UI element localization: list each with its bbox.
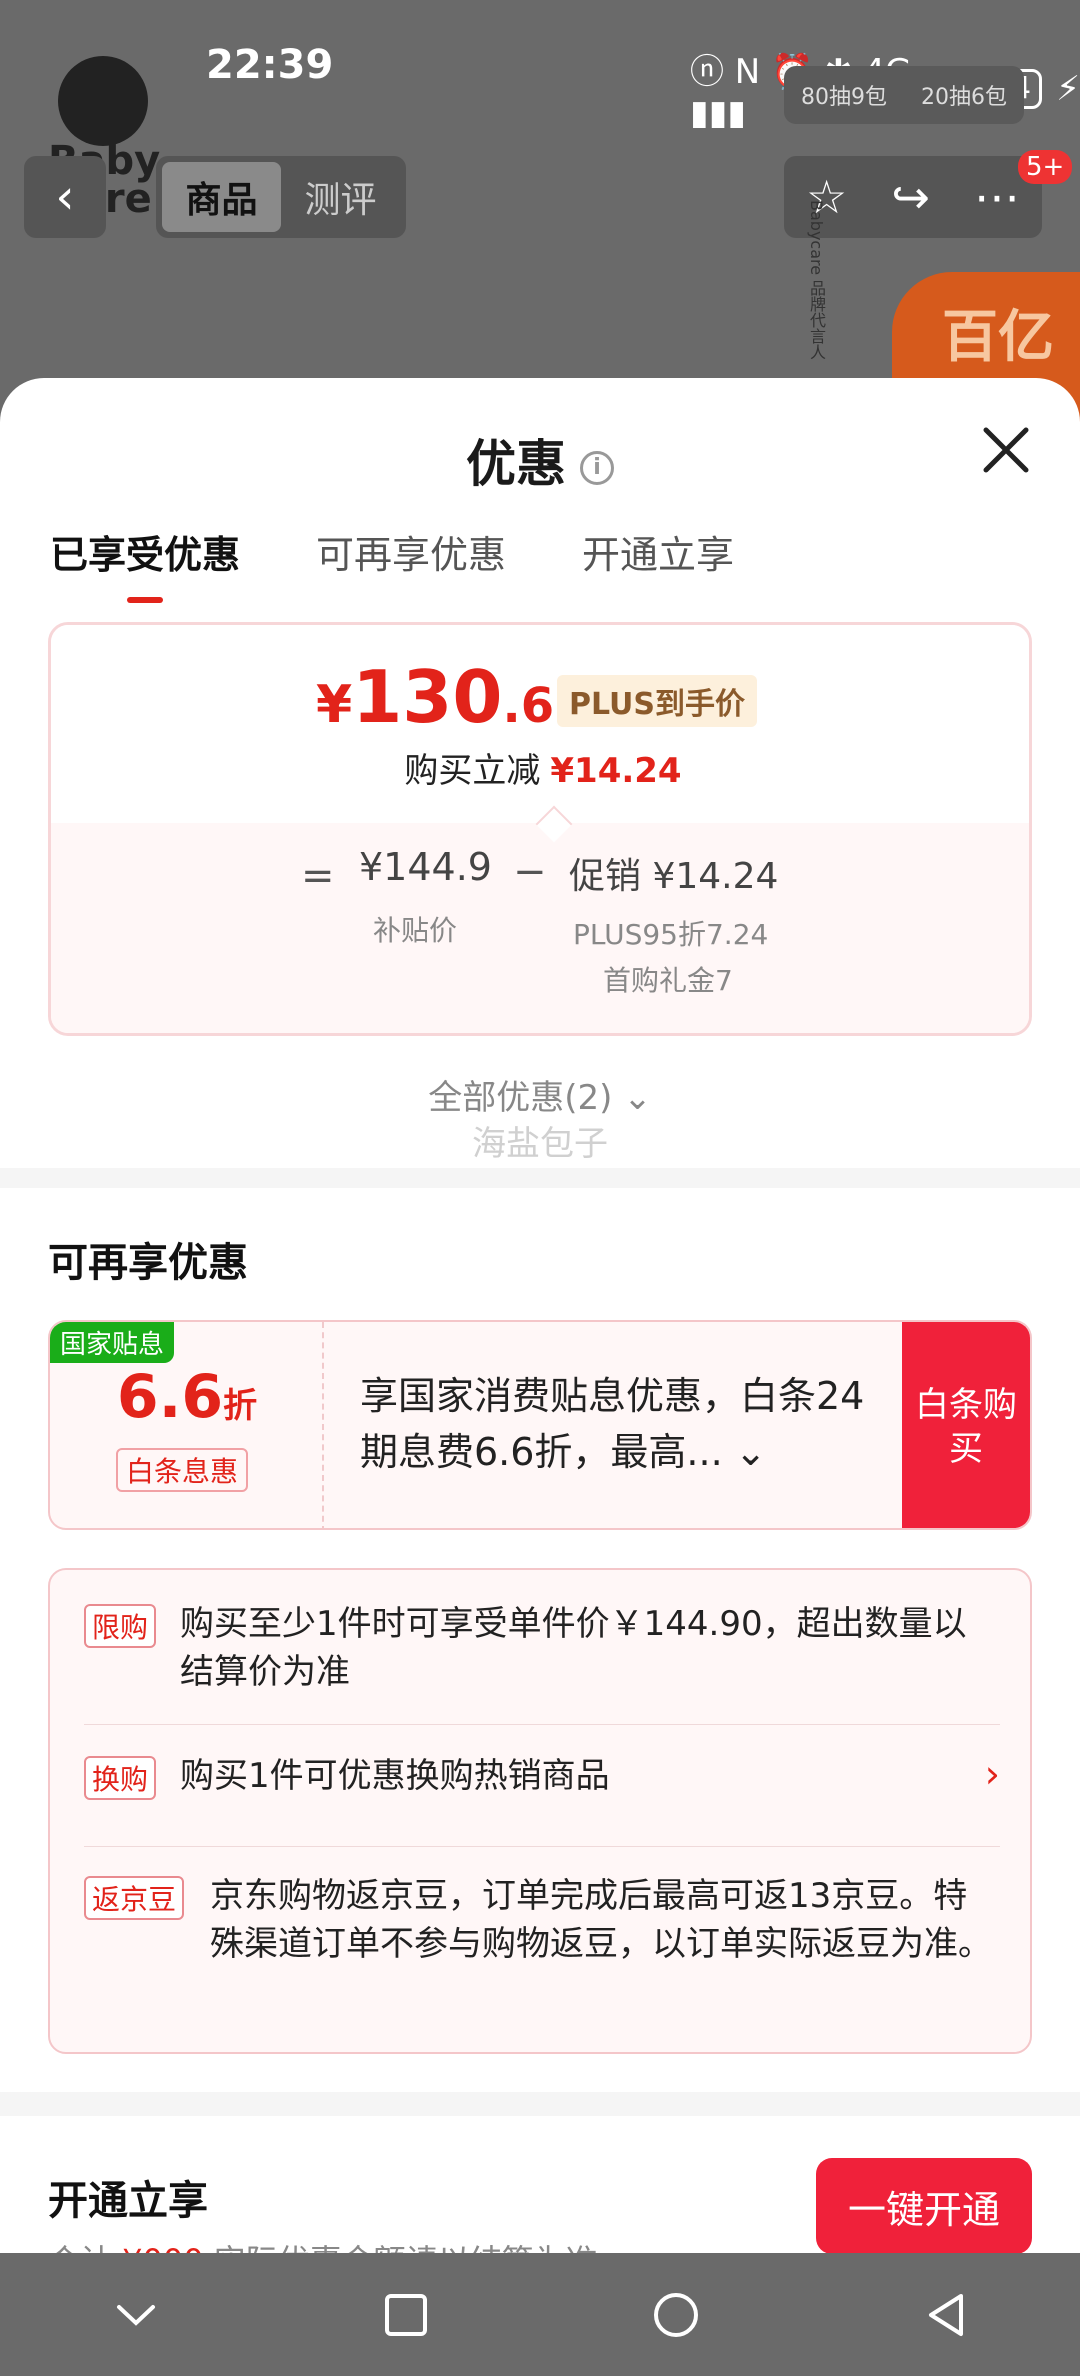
price-card: ¥130.66 PLUS到手价 购买立减 ¥14.24 = ¥144.9 补贴价 … [48, 622, 1032, 1036]
chevron-right-icon: › [984, 1752, 1000, 1796]
recents-square-icon[interactable] [383, 2292, 429, 2338]
back-button[interactable]: ‹ [24, 156, 106, 238]
tab-more-available[interactable]: 可再享优惠 [316, 524, 506, 579]
promo-amount: 促销 ¥14.24 [569, 856, 779, 897]
system-nav-bar [0, 2253, 1080, 2376]
price-integer: 130 [352, 655, 503, 739]
sheet-title-wrap: 优惠 i [0, 424, 1080, 496]
exchange-tag: 换购 [84, 1756, 157, 1800]
charging-icon: ⚡ [1056, 68, 1080, 109]
promo-left: 80抽9包 [801, 85, 887, 110]
notification-badge: 5+ [1018, 150, 1073, 184]
home-circle-icon[interactable] [651, 2290, 701, 2340]
national-subsidy-tag: 国家贴息 [50, 1322, 175, 1363]
summary-suffix: 实际优惠金额请以结算为准 [214, 2242, 598, 2253]
promo-rules-card: 限购 购买至少1件时可享受单件价￥144.90，超出数量以结算价为准 换购 购买… [48, 1568, 1032, 2054]
chevron-down-icon: ⌄ [722, 1430, 767, 1474]
promo-right: 20抽6包 [921, 85, 1007, 110]
final-price: ¥130.66 [316, 657, 588, 746]
tab-goods[interactable]: 商品 [162, 162, 281, 232]
discount-unit: 折 [223, 1386, 258, 1426]
more-icon[interactable]: ⋯ [974, 170, 1020, 224]
price-breakdown: = ¥144.9 补贴价 − 促销 ¥14.24 PLUS95折7.24 首购礼… [51, 823, 1029, 1033]
chevron-down-icon[interactable] [111, 2295, 161, 2335]
subsidy-label: 补贴价 [373, 914, 458, 947]
coupon-desc-text: 享国家消费贴息优惠，白条24期息费6.6折，最高... [360, 1374, 865, 1474]
coupon-desc[interactable]: 享国家消费贴息优惠，白条24期息费6.6折，最高... ⌄ [360, 1368, 890, 1480]
close-icon [983, 427, 1029, 473]
row-divider [84, 1846, 1000, 1847]
all-promo-label: 全部优惠(2) [428, 1078, 613, 1118]
subsidy-price: ¥144.9 [359, 845, 492, 889]
reduce-amount: ¥14.24 [550, 751, 682, 791]
watermark: 海盐包子 [472, 1124, 608, 1164]
tab-open-enjoy[interactable]: 开通立享 [582, 524, 734, 579]
plus-price-tag: PLUS到手价 [557, 675, 758, 727]
summary-prefix: 合计 [48, 2242, 112, 2253]
jingdou-text: 京东购物返京豆，订单完成后最高可返13京豆。特殊渠道订单不参与购物返豆，以订单实… [210, 1876, 992, 1964]
sheet-tabs: 已享受优惠 可再享优惠 开通立享 [50, 524, 734, 579]
reduce-label: 购买立减 [404, 751, 541, 791]
clock: 22:39 [206, 42, 334, 88]
minus-sign: − [513, 849, 547, 895]
sheet-title: 优惠 [466, 435, 566, 493]
section-title-open: 开通立享 [48, 2178, 208, 2224]
promo-detail-first: 首购礼金7 [603, 964, 733, 997]
equals-sign: = [301, 853, 335, 899]
share-icon[interactable]: ↪ [891, 170, 930, 224]
tab-review[interactable]: 测评 [281, 162, 400, 232]
tab-enjoyed[interactable]: 已享受优惠 [50, 524, 240, 579]
product-segment-control: 商品 测评 [156, 156, 406, 238]
section-title-more: 可再享优惠 [48, 1240, 248, 1286]
interest-coupon-card[interactable]: 6.6折 白条息惠 国家贴息 享国家消费贴息优惠，白条24期息费6.6折，最高.… [48, 1320, 1032, 1530]
instant-reduce: 购买立减 ¥14.24 [51, 743, 1029, 792]
section-divider [0, 2092, 1080, 2116]
logo-head-icon [58, 56, 148, 146]
close-button[interactable] [976, 420, 1036, 480]
list-item: 返京豆 京东购物返京豆，订单完成后最高可返13京豆。特殊渠道订单不参与购物返豆，… [84, 1872, 1000, 2022]
back-triangle-icon[interactable] [923, 2290, 969, 2340]
yen-symbol: ¥ [316, 675, 353, 735]
open-summary-partial: 合计 ¥000 实际优惠金额请以结算为准 [48, 2236, 598, 2253]
chevron-down-icon: ⌄ [623, 1078, 652, 1118]
all-promo-toggle[interactable]: 全部优惠(2) ⌄ [0, 1070, 1080, 1119]
coupon-subtag: 白条息惠 [116, 1448, 249, 1492]
exchange-text: 购买1件可优惠换购热销商品 [180, 1756, 610, 1796]
discount-value: 6.6 [116, 1362, 224, 1432]
section-divider [0, 1168, 1080, 1188]
promo-detail-plus: PLUS95折7.24 [573, 918, 769, 951]
exchange-row[interactable]: 换购 购买1件可优惠换购热销商品 › [84, 1752, 1000, 1802]
limit-text: 购买至少1件时可享受单件价￥144.90，超出数量以结算价为准 [180, 1604, 967, 1692]
row-divider [84, 1724, 1000, 1725]
jingdou-tag: 返京豆 [84, 1876, 185, 1920]
limit-tag: 限购 [84, 1604, 157, 1648]
coupon-discount: 6.6折 [50, 1362, 324, 1432]
list-item: 限购 购买至少1件时可享受单件价￥144.90，超出数量以结算价为准 [84, 1600, 1000, 1692]
brand-ambassador-text: Babycare 品牌代言人 [807, 200, 826, 361]
chevron-left-icon: ‹ [55, 169, 75, 225]
discount-sheet: 优惠 i 已享受优惠 可再享优惠 开通立享 ¥130.66 PLUS到手价 购买立… [0, 378, 1080, 2253]
one-click-open-button[interactable]: 一键开通 [816, 2158, 1032, 2253]
info-icon[interactable]: i [580, 450, 614, 485]
price-summary: ¥130.66 PLUS到手价 购买立减 ¥14.24 [51, 625, 1029, 823]
summary-amount: ¥000 [122, 2242, 203, 2253]
promo-strip: 80抽9包 20抽6包 [784, 66, 1024, 124]
baitiao-buy-button[interactable]: 白条购买 [902, 1322, 1030, 1528]
